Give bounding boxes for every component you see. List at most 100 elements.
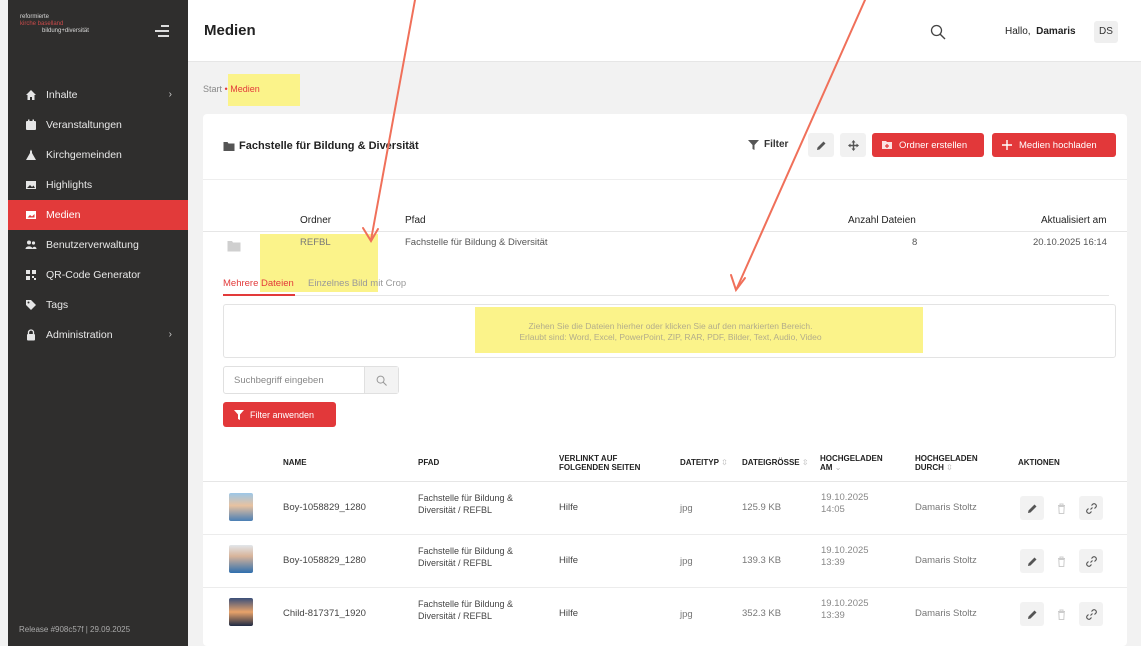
breadcrumb-separator: • [224,84,228,94]
path-line: Diversität / REFBL [418,558,493,568]
sidebar-item-label: Benutzerverwaltung [46,239,139,251]
sidebar-item-label: Kirchgemeinden [46,149,122,161]
path-line: Fachstelle für Bildung & [418,599,514,609]
edit-button[interactable] [1020,496,1044,520]
thumbnail-image[interactable] [229,598,253,626]
column-header-path[interactable]: PFAD [418,458,439,467]
copy-link-button[interactable] [1079,496,1103,520]
column-header-linked[interactable]: VERLINKT AUF FOLGENDEN SEITEN [559,454,640,472]
tag-icon [24,299,37,312]
file-name[interactable]: Boy-1058829_1280 [283,502,366,514]
trash-icon [1057,556,1065,567]
edit-button[interactable] [1020,549,1044,573]
column-header-uploaded-at[interactable]: HOCHGELADEN AM ⌄ [820,454,883,472]
media-table-header: NAME PFAD VERLINKT AUF FOLGENDEN SEITEN D… [203,444,1127,482]
file-path: Fachstelle für Bildung & Diversität / REF… [418,598,513,622]
delete-button[interactable] [1049,602,1073,626]
linked-pages[interactable]: Hilfe [559,555,578,567]
file-name[interactable]: Child-817371_1920 [283,608,366,620]
image-icon [24,179,37,192]
sort-icon: ⇳ [801,458,809,467]
column-header-type[interactable]: DATEITYP ⇳ [680,458,728,467]
sort-icon: ⇳ [721,458,728,467]
sort-down-icon: ⌄ [834,463,842,472]
dropzone-allowed-types: Erlaubt sind: Word, Excel, PowerPoint, Z… [519,332,822,342]
file-dropzone[interactable]: Ziehen Sie die Dateien hierher oder klic… [223,304,1116,358]
dropzone-text: Ziehen Sie die Dateien hierher oder klic… [224,321,1117,343]
user-name: Damaris [1036,26,1076,37]
column-header-uploaded-by[interactable]: HOCHGELADEN DURCH ⇳ [915,454,978,472]
greeting-text: Hallo, [1005,26,1031,37]
header-line: AM [820,463,833,472]
release-info: Release #908c57f | 29.09.2025 [19,625,131,634]
logo-line: kirche baselland [20,21,64,27]
app-root: reformierte kirche baselland bildung+div… [0,0,1141,646]
sidebar-item-inhalte[interactable]: Inhalte › [8,80,188,110]
table-row[interactable]: Boy-1058829_1280 Fachstelle für Bildung … [203,482,1127,535]
sidebar-item-label: Medien [46,209,81,221]
table-row[interactable]: Child-817371_1920 Fachstelle für Bildung… [203,588,1127,641]
search-icon[interactable] [930,24,946,40]
filter-icon [234,409,244,420]
sidebar-item-highlights[interactable]: Highlights [8,170,188,200]
menu-toggle-icon[interactable] [155,25,169,37]
date: 19.10.2025 [821,598,869,609]
search-button[interactable] [364,367,398,393]
breadcrumb-start-link[interactable]: Start [203,84,222,94]
date: 19.10.2025 [821,492,869,503]
header-line: HOCHGELADEN [915,454,978,463]
sidebar-item-tags[interactable]: Tags [8,290,188,320]
edit-icon [1027,610,1036,619]
sidebar-item-qr-code-generator[interactable]: QR-Code Generator [8,260,188,290]
sidebar-nav: Inhalte › Veranstaltungen Kirchgemeinden… [8,80,188,350]
file-name[interactable]: Boy-1058829_1280 [283,555,366,567]
time: 14:05 [821,504,845,515]
copy-link-button[interactable] [1079,549,1103,573]
sidebar-item-label: Veranstaltungen [46,119,122,131]
apply-filter-button[interactable]: Filter anwenden [223,402,336,427]
file-size: 139.3 KB [742,555,782,566]
sort-icon: ⇳ [946,463,953,472]
path-line: Diversität / REFBL [418,505,493,515]
file-type: jpg [680,556,693,567]
header-line: DURCH [915,463,944,472]
lock-icon [24,329,37,342]
copy-link-button[interactable] [1079,602,1103,626]
header-line: VERLINKT AUF [559,454,618,463]
column-header-name[interactable]: NAME [283,458,307,467]
user-greeting: Hallo, Damaris [1005,26,1076,37]
edit-button[interactable] [1020,602,1044,626]
path-line: Fachstelle für Bildung & [418,493,514,503]
file-size: 125.9 KB [742,502,782,513]
thumbnail-image[interactable] [229,493,253,521]
qr-icon [24,269,37,282]
sidebar-item-kirchgemeinden[interactable]: Kirchgemeinden [8,140,188,170]
table-row[interactable]: Boy-1058829_1280 Fachstelle für Bildung … [203,535,1127,588]
file-path: Fachstelle für Bildung & Diversität / REF… [418,492,513,516]
link-icon [1085,502,1097,514]
link-icon [1085,608,1097,620]
delete-button[interactable] [1049,496,1073,520]
sidebar-item-veranstaltungen[interactable]: Veranstaltungen [8,110,188,140]
sidebar-item-label: Tags [46,299,69,311]
file-type: jpg [680,609,693,620]
file-size: 352.3 KB [742,608,782,619]
search-icon [376,375,387,386]
apply-filter-label: Filter anwenden [250,409,315,420]
linked-pages[interactable]: Hilfe [559,502,578,514]
time: 13:39 [821,610,845,621]
column-header-size[interactable]: DATEIGRÖSSE ⇳ [742,458,809,467]
avatar[interactable]: DS [1094,21,1118,43]
sidebar-item-benutzerverwaltung[interactable]: Benutzerverwaltung [8,230,188,260]
sidebar-item-medien[interactable]: Medien [8,200,188,230]
calendar-icon [24,119,37,132]
chevron-right-icon: › [168,329,172,340]
thumbnail-image[interactable] [229,545,253,573]
linked-pages[interactable]: Hilfe [559,608,578,620]
header-label: DATEITYP [680,458,719,467]
search-input[interactable]: Suchbegriff eingeben [223,366,399,394]
logo[interactable]: reformierte kirche baselland bildung+div… [20,14,130,35]
sidebar-item-administration[interactable]: Administration › [8,320,188,350]
edit-icon [1027,557,1036,566]
delete-button[interactable] [1049,549,1073,573]
